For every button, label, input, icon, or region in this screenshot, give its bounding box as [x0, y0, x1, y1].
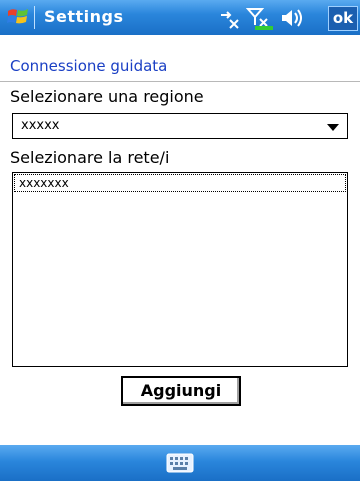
- window-title: Settings: [44, 7, 124, 26]
- region-label: Selezionare una regione: [10, 87, 204, 106]
- keyboard-icon[interactable]: [166, 453, 194, 473]
- title-bar: Settings ok: [0, 0, 360, 35]
- bottom-bar: [0, 445, 360, 481]
- ok-button[interactable]: ok: [328, 6, 358, 31]
- network-list[interactable]: xxxxxxx: [12, 172, 348, 367]
- region-select-value: xxxxx: [21, 118, 60, 133]
- title-separator: [34, 6, 35, 29]
- connectivity-icon[interactable]: [218, 6, 242, 30]
- page-heading: Connessione guidata: [10, 57, 168, 75]
- add-button[interactable]: Aggiungi: [121, 376, 241, 406]
- signal-off-icon[interactable]: [246, 6, 274, 30]
- heading-divider: [0, 81, 360, 82]
- list-item[interactable]: xxxxxxx: [14, 174, 346, 192]
- windows-start-icon[interactable]: [6, 5, 30, 29]
- region-select[interactable]: xxxxx: [12, 113, 348, 139]
- network-label: Selezionare la rete/i: [10, 148, 170, 167]
- volume-icon[interactable]: [280, 6, 306, 30]
- dropdown-arrow-icon[interactable]: [327, 124, 339, 131]
